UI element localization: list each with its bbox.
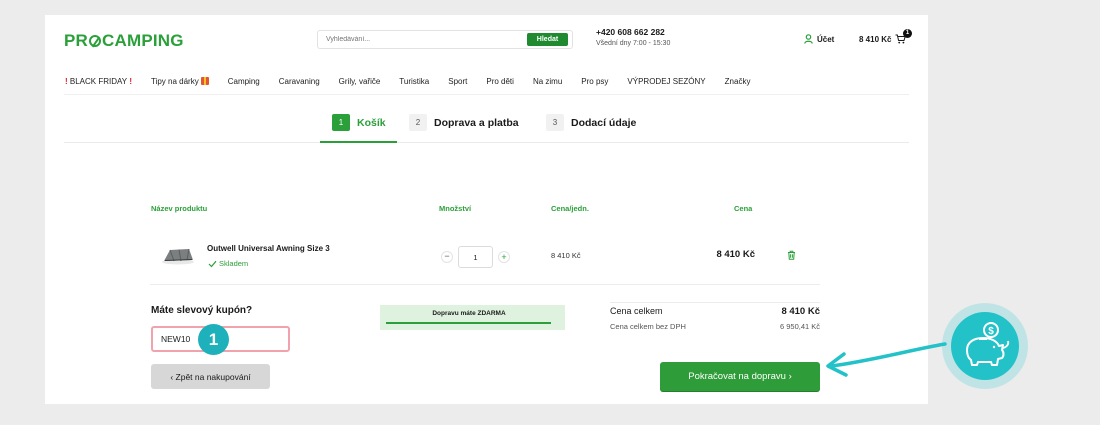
step-number: 2 xyxy=(409,114,427,131)
column-header-qty: Množství xyxy=(439,204,472,213)
nav-item-kids[interactable]: Pro děti xyxy=(486,77,514,86)
total-without-vat-label: Cena celkem bez DPH xyxy=(610,322,686,331)
nav-item-caravaning[interactable]: Caravaning xyxy=(279,77,320,86)
product-thumbnail[interactable] xyxy=(161,244,195,266)
nav-item-sport[interactable]: Sport xyxy=(448,77,467,86)
gift-icon xyxy=(200,77,209,85)
row-divider xyxy=(150,284,820,285)
annotation-circle: $ xyxy=(951,312,1019,380)
nav-item-brands[interactable]: Značky xyxy=(725,77,751,86)
check-icon xyxy=(208,260,217,267)
stock-status: Skladem xyxy=(208,259,248,268)
account-link[interactable]: Účet xyxy=(804,34,834,44)
step-number: 1 xyxy=(332,114,350,131)
column-header-unit-price: Cena/jedn. xyxy=(551,204,589,213)
step-label: Doprava a platba xyxy=(434,116,519,129)
main-nav: ! BLACK FRIDAY ! Tipy na dárky Camping C… xyxy=(65,77,769,86)
svg-text:$: $ xyxy=(988,326,994,337)
free-shipping-text: Dopravu máte ZDARMA xyxy=(432,310,506,317)
exclamation-icon: ! xyxy=(127,77,132,86)
continue-to-shipping-button[interactable]: Pokračovat na dopravu › xyxy=(660,362,820,391)
account-label: Účet xyxy=(817,34,835,44)
step-delivery-details[interactable]: 3 Dodací údaje xyxy=(546,114,636,131)
step-label: Košík xyxy=(357,116,386,129)
nav-item-camping[interactable]: Camping xyxy=(228,77,260,86)
nav-item-season-sale[interactable]: VÝPRODEJ SEZÓNY xyxy=(627,77,705,86)
active-step-underline xyxy=(320,141,397,143)
nav-item-dogs[interactable]: Pro psy xyxy=(581,77,608,86)
nav-item-winter[interactable]: Na zimu xyxy=(533,77,562,86)
page-container: PRCAMPING Hledat +420 608 662 282 Všední… xyxy=(45,15,928,404)
opening-hours: Všední dny 7:00 - 15:30 xyxy=(596,40,671,47)
qty-increase-button[interactable]: + xyxy=(498,251,510,263)
user-icon xyxy=(804,34,813,44)
coupon-title: Máte slevový kupón? xyxy=(151,305,253,316)
unit-price: 8 410 Kč xyxy=(551,251,581,260)
logo[interactable]: PR CAMPING xyxy=(64,31,184,51)
trash-icon[interactable] xyxy=(787,250,796,260)
step-shipping-payment[interactable]: 2 Doprava a platba xyxy=(409,114,519,131)
cart-count-badge: 1 xyxy=(903,29,912,38)
total-without-vat-value: 6 950,41 Kč xyxy=(779,322,820,331)
nav-divider xyxy=(64,94,909,95)
qty-input[interactable] xyxy=(458,246,493,268)
column-header-price: Cena xyxy=(734,204,753,213)
search-bar: Hledat xyxy=(317,30,573,49)
cart-link[interactable]: 8 410 Kč xyxy=(859,34,907,44)
nav-item-grills[interactable]: Grily, vařiče xyxy=(339,77,381,86)
steps-divider xyxy=(64,142,909,143)
column-header-product: Název produktu xyxy=(151,204,208,213)
search-input[interactable] xyxy=(326,33,516,46)
phone-number[interactable]: +420 608 662 282 xyxy=(596,27,665,37)
step-number: 3 xyxy=(546,114,564,131)
row-price: 8 410 Kč xyxy=(716,249,755,260)
free-shipping-progress xyxy=(386,322,551,324)
search-button[interactable]: Hledat xyxy=(527,33,568,46)
checkout-steps: 1 Košík 2 Doprava a platba 3 Dodací údaj… xyxy=(45,114,928,144)
total-value: 8 410 Kč xyxy=(781,306,820,317)
product-name[interactable]: Outwell Universal Awning Size 3 xyxy=(207,244,330,253)
nav-item-gifts[interactable]: Tipy na dárky xyxy=(151,77,209,86)
total-label: Cena celkem xyxy=(610,306,663,316)
step-label: Dodací údaje xyxy=(571,116,637,129)
step-marker-badge: 1 xyxy=(198,324,229,355)
annotation-arrow xyxy=(826,342,947,377)
back-to-shop-button[interactable]: ‹ Zpět na nakupování xyxy=(151,364,270,389)
summary-divider xyxy=(610,302,820,303)
leaf-icon xyxy=(89,35,102,47)
qty-decrease-button[interactable]: − xyxy=(441,251,453,263)
nav-item-black-friday[interactable]: ! BLACK FRIDAY ! xyxy=(65,77,132,86)
piggy-bank-icon: $ xyxy=(966,322,1010,366)
free-shipping-box: Dopravu máte ZDARMA xyxy=(380,305,565,330)
cart-total: 8 410 Kč xyxy=(859,34,892,44)
step-cart[interactable]: 1 Košík xyxy=(332,114,386,131)
nav-item-hiking[interactable]: Turistika xyxy=(399,77,429,86)
